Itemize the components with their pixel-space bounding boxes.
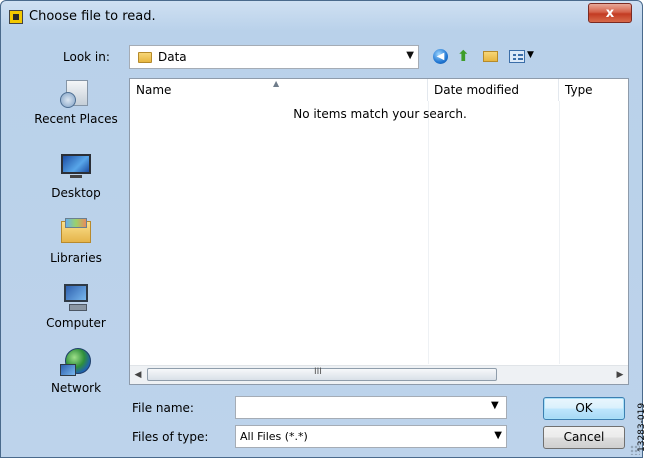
look-in-value: Data bbox=[158, 50, 187, 64]
column-header-date-modified[interactable]: Date modified bbox=[428, 79, 559, 101]
scroll-left-icon[interactable]: ◀ bbox=[130, 366, 146, 384]
places-bar: Recent Places Desktop Libraries Computer… bbox=[32, 78, 120, 408]
network-icon bbox=[60, 347, 92, 377]
chevron-down-icon[interactable]: ▼ bbox=[491, 400, 499, 411]
file-name-label: File name: bbox=[132, 401, 194, 415]
up-folder-icon[interactable]: ⬆ bbox=[457, 48, 473, 64]
figure-code: 13283-019 bbox=[637, 402, 647, 452]
column-header-label: Date modified bbox=[434, 83, 520, 97]
place-label: Desktop bbox=[51, 186, 101, 200]
place-recent-places[interactable]: Recent Places bbox=[32, 78, 120, 126]
look-in-combo[interactable]: Data ▼ bbox=[129, 45, 419, 69]
views-dropdown-arrow-icon[interactable]: ▼ bbox=[527, 50, 534, 60]
empty-list-message: No items match your search. bbox=[293, 107, 467, 121]
computer-icon bbox=[60, 282, 92, 312]
close-button[interactable]: x bbox=[588, 3, 632, 23]
place-desktop[interactable]: Desktop bbox=[32, 152, 120, 200]
column-header-label: Name bbox=[136, 83, 172, 97]
views-menu-icon[interactable] bbox=[509, 50, 525, 63]
place-libraries[interactable]: Libraries bbox=[32, 217, 120, 265]
window-title: Choose file to read. bbox=[29, 9, 156, 24]
back-icon[interactable]: ◀ bbox=[433, 49, 448, 64]
files-of-type-label: Files of type: bbox=[132, 430, 209, 444]
scrollbar-grip: III bbox=[314, 367, 322, 377]
place-network[interactable]: Network bbox=[32, 347, 120, 395]
file-name-input[interactable] bbox=[235, 396, 507, 419]
sort-ascending-icon: ▲ bbox=[273, 79, 280, 88]
column-header-label: Type bbox=[565, 83, 593, 97]
chevron-down-icon[interactable]: ▼ bbox=[494, 430, 502, 441]
file-list-view[interactable]: Name ▲ Date modified Type No items match… bbox=[129, 78, 629, 385]
look-in-label: Look in: bbox=[63, 50, 110, 64]
chevron-down-icon[interactable]: ▼ bbox=[406, 50, 414, 61]
files-of-type-select[interactable]: All Files (*.*) ▼ bbox=[235, 425, 507, 448]
title-bar[interactable]: Choose file to read. x bbox=[1, 1, 642, 33]
scroll-right-icon[interactable]: ▶ bbox=[612, 366, 628, 384]
ok-button[interactable]: OK bbox=[543, 397, 625, 420]
place-label: Computer bbox=[46, 316, 106, 330]
recent-places-icon bbox=[60, 78, 92, 108]
column-header-name[interactable]: Name ▲ bbox=[130, 79, 428, 101]
libraries-icon bbox=[60, 217, 92, 247]
place-label: Libraries bbox=[50, 251, 102, 265]
place-label: Recent Places bbox=[34, 112, 118, 126]
horizontal-scrollbar[interactable]: ◀ III ▶ bbox=[130, 365, 628, 384]
cancel-button[interactable]: Cancel bbox=[543, 426, 625, 449]
scrollbar-thumb[interactable]: III bbox=[147, 367, 497, 381]
files-of-type-value: All Files (*.*) bbox=[240, 430, 308, 443]
file-dialog-window: Choose file to read. x Look in: Data ▼ ◀… bbox=[0, 0, 643, 458]
column-divider bbox=[559, 101, 560, 364]
new-folder-icon[interactable] bbox=[483, 51, 498, 62]
folder-icon bbox=[138, 52, 152, 63]
place-label: Network bbox=[50, 381, 102, 395]
column-header-type[interactable]: Type bbox=[559, 79, 628, 101]
place-computer[interactable]: Computer bbox=[32, 282, 120, 330]
app-icon bbox=[9, 10, 23, 24]
column-divider bbox=[428, 101, 429, 364]
desktop-icon bbox=[60, 152, 92, 182]
